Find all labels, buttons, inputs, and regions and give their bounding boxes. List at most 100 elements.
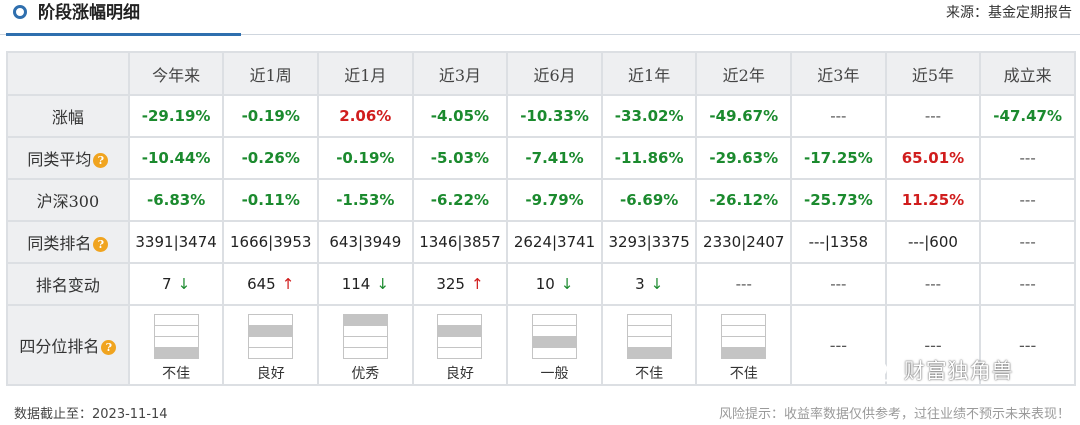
cell-value: --- [924, 107, 942, 125]
table-cell: -47.47% [981, 96, 1074, 136]
cell-value: --- [830, 275, 847, 293]
quartile-segment [533, 325, 577, 337]
table-cell: -29.19% [129, 96, 223, 136]
column-header: 近1周 [224, 53, 318, 94]
column-header: 近3月 [413, 53, 507, 94]
question-circle-icon[interactable]: ? [93, 237, 109, 252]
quartile-label: 一般 [540, 365, 569, 382]
quartile-segment [438, 314, 482, 326]
cell-value: 2624|3741 [513, 233, 596, 251]
source-note: 来源：基金定期报告 [946, 5, 1072, 21]
table-cell: -17.25% [792, 138, 885, 178]
cell-value: -11.86% [614, 149, 684, 167]
question-circle-icon[interactable]: ? [101, 340, 117, 355]
cell-value: -6.22% [430, 191, 490, 209]
quartile-gauge [532, 313, 578, 359]
quartile-cell: 不佳 [129, 306, 223, 384]
cell-value: -0.19% [241, 107, 300, 125]
cell-value: 10 [535, 275, 555, 293]
corner-cell [8, 53, 128, 94]
table-cell: --- [981, 222, 1074, 262]
quartile-gauge [626, 313, 672, 359]
quartile-label: 不佳 [162, 365, 191, 382]
quartile-label: 良好 [256, 365, 285, 382]
row-header: 沪深300 [8, 180, 128, 220]
table-cell: -49.67% [697, 96, 791, 136]
risk-disclaimer: 风险提示：收益率数据仅供参考，过往业绩不预示未来表现！ [718, 407, 1070, 422]
quartile-segment [533, 347, 577, 358]
header-accent-bar [6, 33, 241, 36]
table-row: 排名变动 7 ↓ 645 ↑ 114 ↓ 325 ↑ 10 ↓ 3 ↓ --- --- --- --- [8, 264, 1074, 304]
row-label: 排名变动 [35, 276, 100, 295]
column-header: 近1年 [602, 53, 696, 94]
table-cell: --- [886, 264, 980, 304]
table-header-row: 今年来 近1周 近1月 近3月 近6月 近1年 近2年 近3年 近5年 成立来 [8, 53, 1074, 94]
table-cell: -11.86% [602, 138, 696, 178]
cell-value: --- [830, 107, 847, 125]
arrow-down-icon: ↓ [376, 275, 389, 293]
table-cell: -6.22% [413, 180, 507, 220]
column-header: 近1月 [319, 53, 412, 94]
table-cell: -7.41% [508, 138, 601, 178]
cell-value: 114 [341, 275, 371, 293]
quartile-segment [627, 314, 671, 326]
quartile-label: 不佳 [729, 365, 758, 382]
data-date-note: 数据截止至：2023-11-14 [14, 407, 168, 422]
question-circle-icon[interactable]: ? [93, 153, 109, 168]
cell-value: 325 [436, 275, 465, 293]
quartile-segment [249, 314, 293, 326]
column-header: 近5年 [886, 53, 980, 94]
column-header: 近3年 [792, 53, 885, 94]
table-cell: --- [792, 264, 885, 304]
quartile-segment [343, 314, 387, 326]
quartile-label: 不佳 [635, 365, 664, 382]
cell-value: -6.83% [146, 191, 206, 209]
table-cell: 11.25% [886, 180, 980, 220]
quartile-segment [154, 325, 198, 337]
arrow-down-icon: ↓ [560, 275, 574, 293]
cell-value: -33.02% [614, 107, 684, 125]
cell-value: -26.12% [709, 191, 779, 209]
quartile-cell: 良好 [413, 306, 507, 384]
row-label: 沪深300 [36, 192, 100, 211]
quartile-cell: 不佳 [697, 306, 791, 384]
cell-value: ---|600 [908, 233, 958, 251]
table-cell: -1.53% [319, 180, 412, 220]
table-cell: -25.73% [792, 180, 885, 220]
cell-value: --- [924, 275, 942, 293]
table-row: 同类平均? -10.44% -0.26% -0.19% -5.03% -7.41% -11.… [8, 138, 1074, 178]
quartile-segment [249, 347, 293, 358]
table-cell: -6.69% [602, 180, 696, 220]
cell-value: 11.25% [901, 191, 965, 209]
quartile-segment [438, 325, 482, 337]
table-cell: 7 ↓ [129, 264, 223, 304]
table-cell: 643|3949 [319, 222, 412, 262]
table-cell: 2.06% [319, 96, 412, 136]
quartile-segment [722, 336, 766, 348]
row-label: 同类平均 [27, 150, 92, 169]
table-cell: ---|600 [886, 222, 980, 262]
cell-value: -9.79% [525, 191, 584, 209]
table-cell: -26.12% [697, 180, 791, 220]
cell-value: --- [1019, 275, 1036, 293]
table-cell: -0.11% [224, 180, 318, 220]
quartile-segment [438, 336, 482, 348]
table-cell: -10.33% [508, 96, 601, 136]
table-row: 涨幅 -29.19% -0.19% 2.06% -4.05% -10.33% -33.02%… [8, 96, 1074, 136]
quartile-segment [722, 325, 766, 337]
cell-value: -17.25% [804, 149, 873, 167]
cell-value: ---|1358 [808, 233, 869, 251]
table-cell: -29.63% [697, 138, 791, 178]
row-label: 同类排名 [27, 234, 92, 253]
cell-value: 1666|3953 [230, 233, 312, 251]
quartile-label: 良好 [445, 365, 474, 382]
cell-value: -0.19% [336, 149, 395, 167]
table-cell: -0.19% [319, 138, 412, 178]
table-cell: 645 ↑ [224, 264, 318, 304]
row-header: 同类排名? [8, 222, 128, 262]
table-cell: -4.05% [413, 96, 507, 136]
watermark: 财富独角兽 [866, 355, 1014, 385]
quartile-segment [249, 325, 293, 337]
quartile-gauge [153, 313, 199, 359]
row-header: 排名变动 [8, 264, 128, 304]
